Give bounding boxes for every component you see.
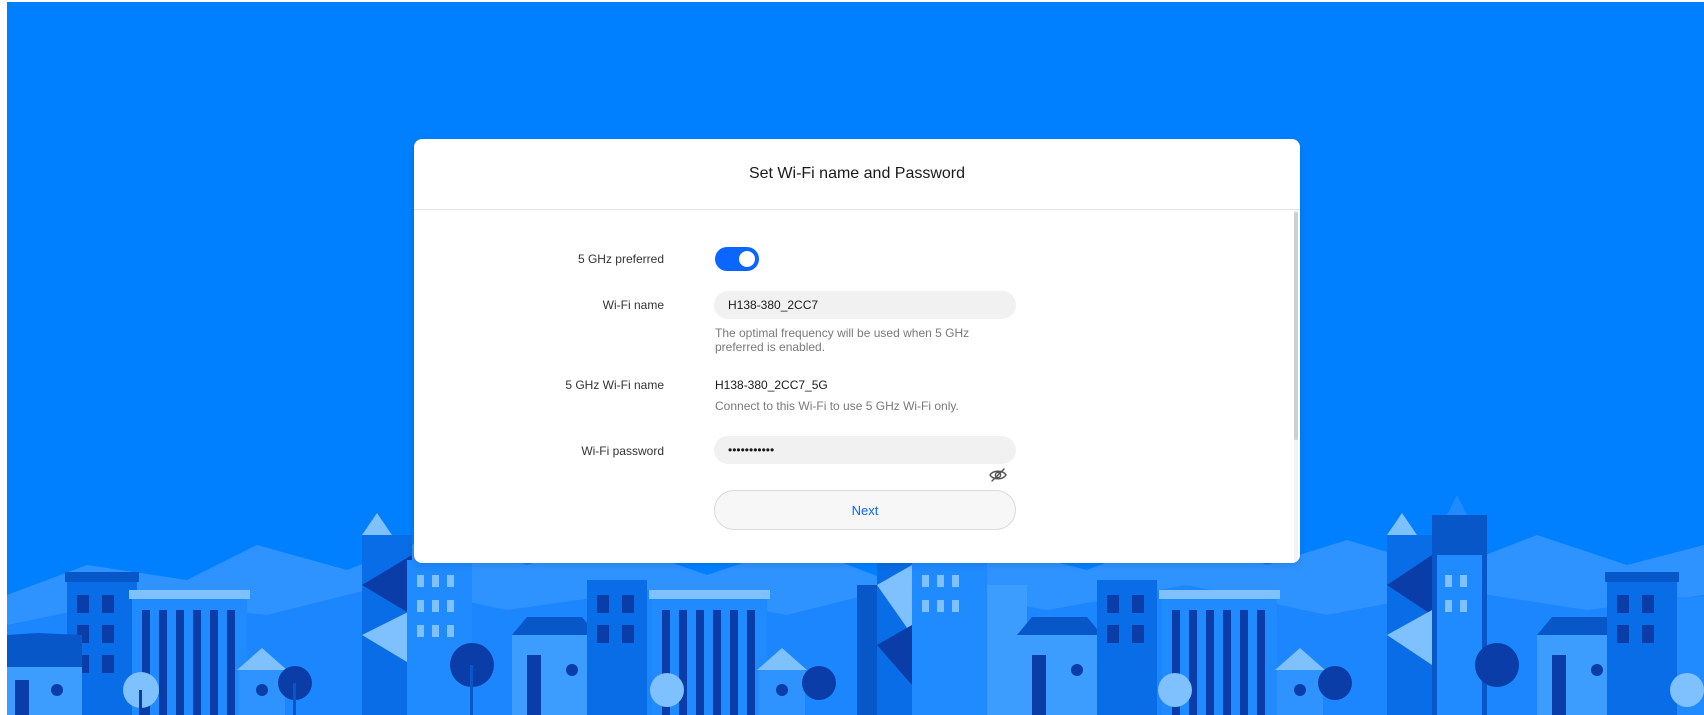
wifi-setup-dialog: Set Wi-Fi name and Password 5 GHz prefer… (414, 139, 1300, 563)
wifi-name-label: Wi-Fi name (602, 298, 664, 312)
next-button[interactable]: Next (714, 490, 1016, 530)
dialog-body: 5 GHz preferred Wi-Fi name The optimal f… (414, 210, 1300, 563)
dialog-header: Set Wi-Fi name and Password (414, 139, 1300, 210)
wifi-password-input[interactable] (714, 436, 1016, 464)
toggle-knob (739, 251, 755, 267)
band-pref-label: 5 GHz preferred (577, 252, 664, 266)
wifi-name-hint: The optimal frequency will be used when … (715, 326, 970, 354)
scrollbar-thumb[interactable] (1294, 212, 1298, 440)
wifi5g-name-value: H138-380_2CC7_5G (715, 378, 828, 392)
wifi5g-hint: Connect to this Wi-Fi to use 5 GHz Wi-Fi… (715, 399, 959, 413)
page-background: Set Wi-Fi name and Password 5 GHz prefer… (7, 2, 1704, 715)
wifi-password-label: Wi-Fi password (581, 444, 664, 458)
eye-slash-icon[interactable] (988, 465, 1008, 485)
dialog-title: Set Wi-Fi name and Password (748, 165, 966, 182)
dialog-scrollbar[interactable] (1294, 210, 1298, 563)
wifi5g-name-label: 5 GHz Wi-Fi name (565, 378, 664, 392)
wifi-name-input[interactable] (714, 291, 1016, 319)
band-pref-toggle[interactable] (715, 247, 759, 271)
